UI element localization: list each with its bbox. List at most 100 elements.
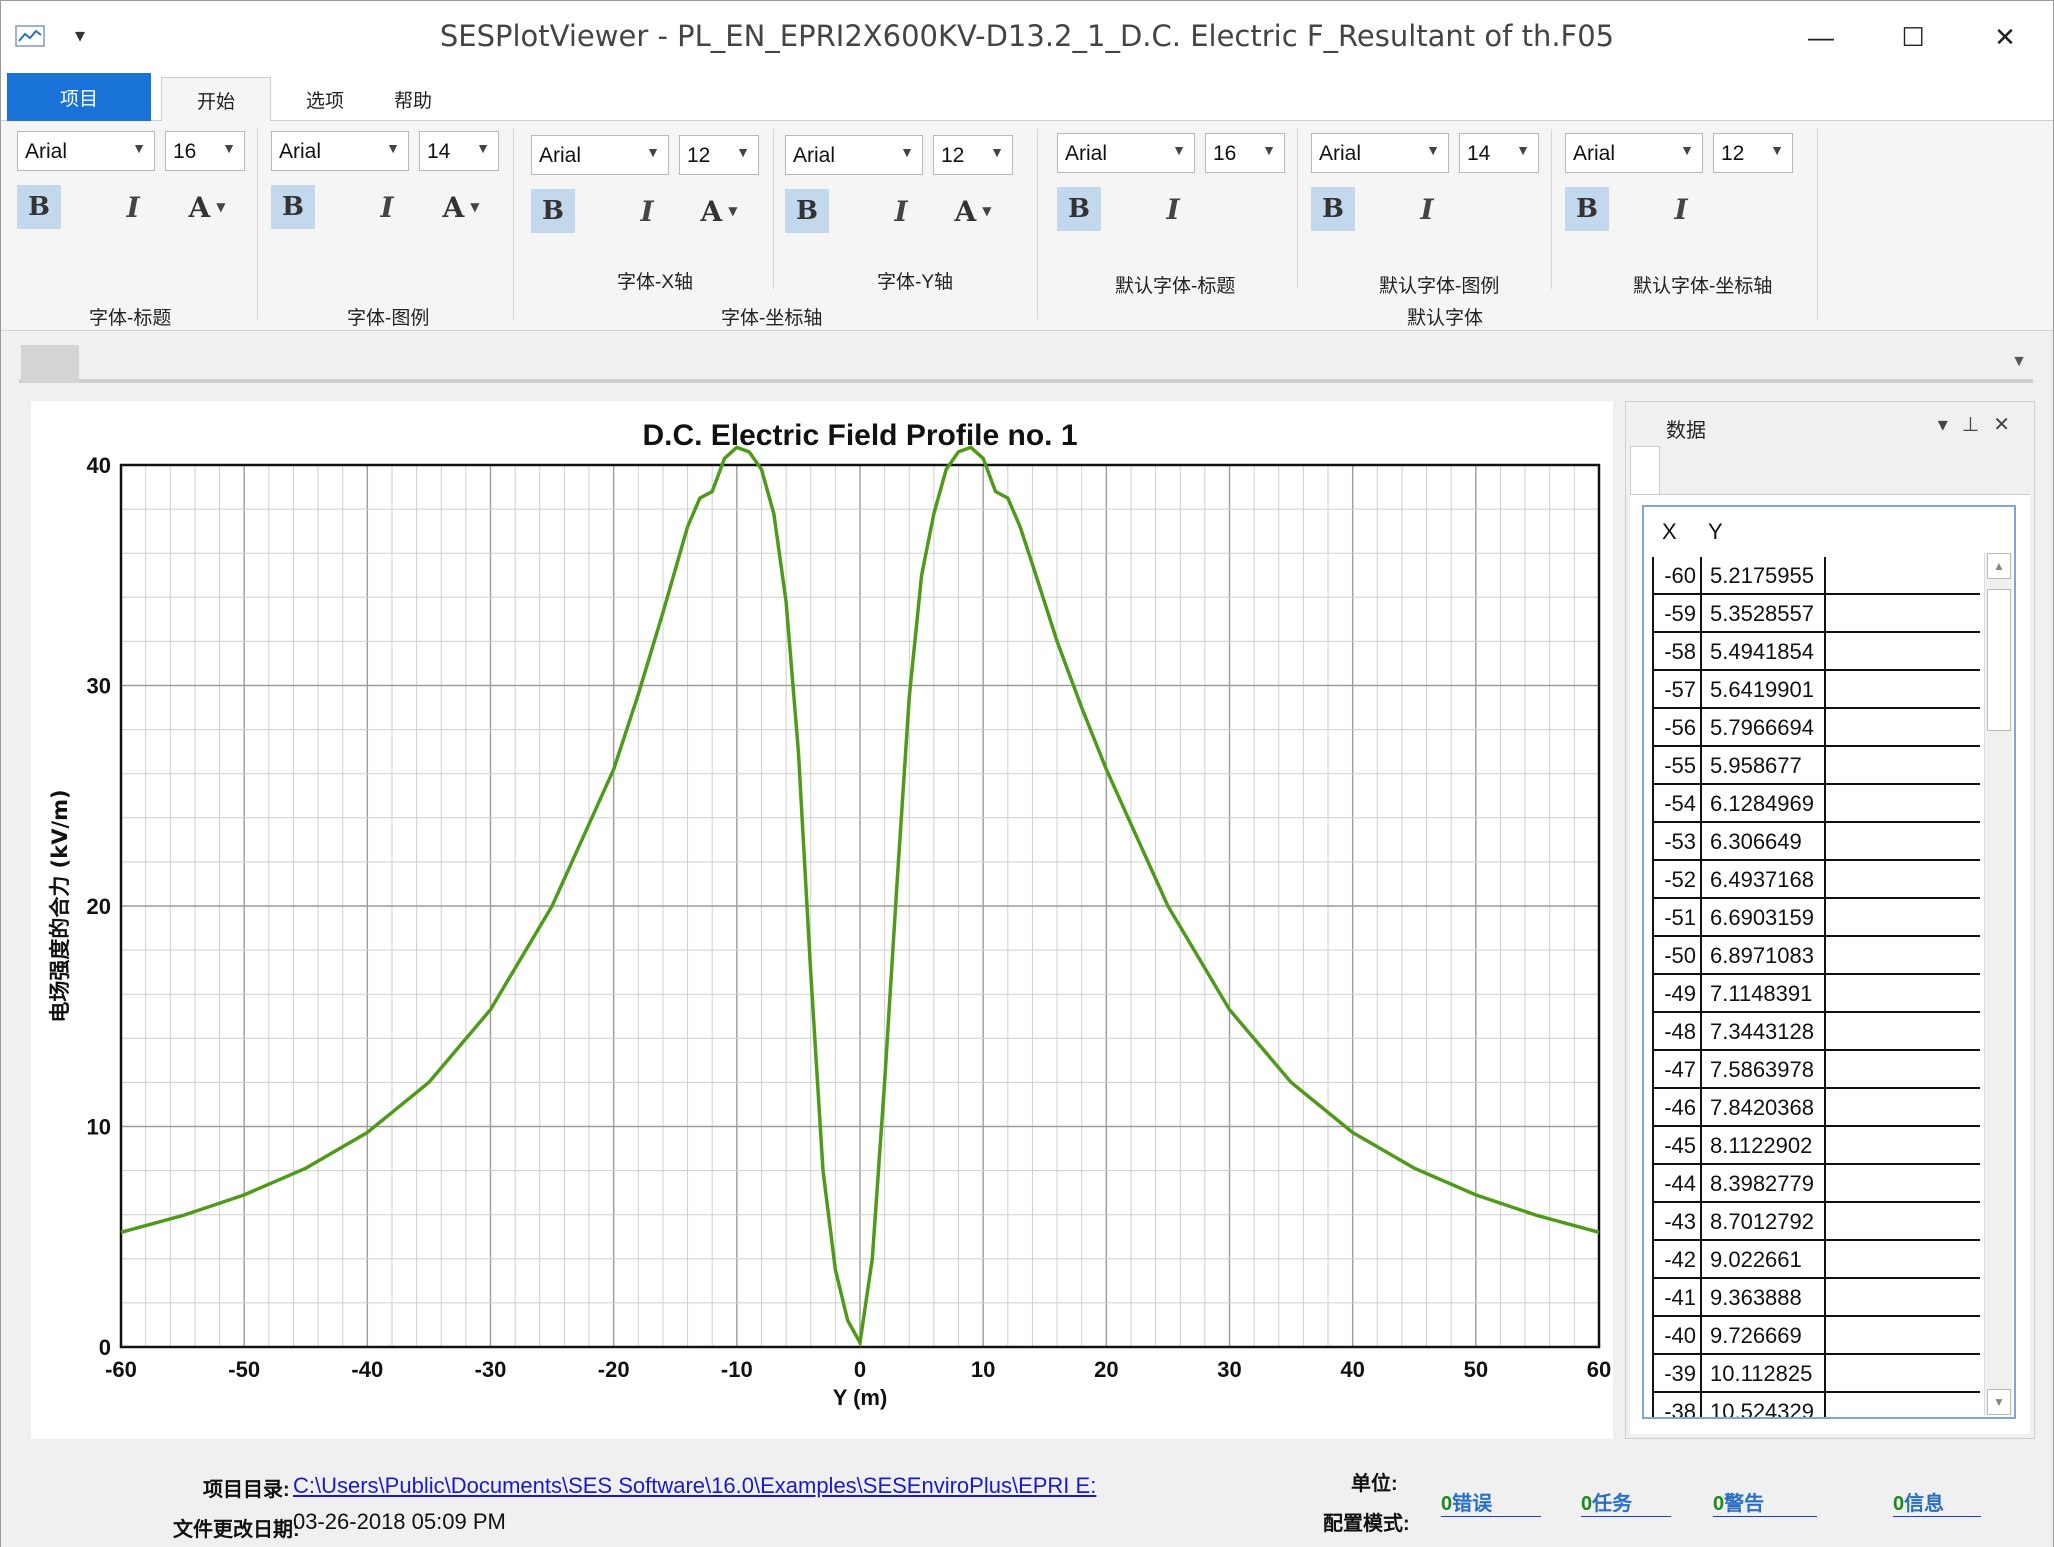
close-button[interactable]: ✕ — [1965, 11, 2045, 63]
cell-y[interactable]: 5.4941854 — [1704, 633, 1826, 669]
cell-y[interactable]: 8.7012792 — [1704, 1203, 1826, 1239]
tab-options[interactable]: 选项 — [285, 77, 365, 121]
cell-x[interactable]: -39 — [1654, 1355, 1702, 1391]
default-title-bold-button[interactable]: B — [1057, 187, 1101, 231]
cell-y[interactable]: 8.1122902 — [1704, 1127, 1826, 1163]
table-row[interactable]: -43 8.7012792 — [1652, 1203, 1980, 1241]
cell-y[interactable]: 7.8420368 — [1704, 1089, 1826, 1125]
column-header-x[interactable]: X — [1662, 519, 1677, 545]
table-row[interactable]: -52 6.4937168 — [1652, 861, 1980, 899]
default-legend-italic-button[interactable]: I — [1405, 187, 1449, 231]
table-row[interactable]: -55 5.958677 — [1652, 747, 1980, 785]
cell-y[interactable]: 5.7966694 — [1704, 709, 1826, 745]
project-dir-link[interactable]: C:\Users\Public\Documents\SES Software\1… — [293, 1473, 1123, 1499]
yaxis-italic-button[interactable]: I — [879, 189, 923, 233]
tab-start[interactable]: 开始 — [161, 77, 271, 123]
scroll-down-icon[interactable]: ▼ — [1987, 1389, 2011, 1415]
minimize-button[interactable]: — — [1781, 11, 1861, 63]
table-row[interactable]: -59 5.3528557 — [1652, 595, 1980, 633]
cell-y[interactable]: 5.6419901 — [1704, 671, 1826, 707]
yaxis-font-combo[interactable]: Arial ▼ — [785, 135, 923, 175]
xaxis-font-combo[interactable]: Arial ▼ — [531, 135, 669, 175]
cell-y[interactable]: 6.6903159 — [1704, 899, 1826, 935]
cell-y[interactable]: 8.3982779 — [1704, 1165, 1826, 1201]
cell-x[interactable]: -45 — [1654, 1127, 1702, 1163]
cell-x[interactable]: -40 — [1654, 1317, 1702, 1353]
table-row[interactable]: -46 7.8420368 — [1652, 1089, 1980, 1127]
cell-y[interactable]: 7.1148391 — [1704, 975, 1826, 1011]
cell-y[interactable]: 5.2175955 — [1704, 557, 1826, 593]
table-row[interactable]: -50 6.8971083 — [1652, 937, 1980, 975]
cell-x[interactable]: -53 — [1654, 823, 1702, 859]
cell-y[interactable]: 6.8971083 — [1704, 937, 1826, 973]
cell-x[interactable]: -52 — [1654, 861, 1702, 897]
table-row[interactable]: -45 8.1122902 — [1652, 1127, 1980, 1165]
chevron-down-icon[interactable]: ▾ — [1938, 414, 1962, 436]
cell-y[interactable]: 7.3443128 — [1704, 1013, 1826, 1049]
tasks-link[interactable]: 0任务 — [1581, 1487, 1671, 1517]
cell-y[interactable]: 5.958677 — [1704, 747, 1826, 783]
yaxis-font-color-button[interactable]: A ▼ — [943, 189, 1003, 233]
title-font-color-button[interactable]: A ▼ — [177, 185, 237, 229]
default-axes-size-combo[interactable]: 12 ▼ — [1713, 133, 1793, 173]
cell-x[interactable]: -42 — [1654, 1241, 1702, 1277]
maximize-button[interactable]: ☐ — [1873, 11, 1953, 63]
warnings-link[interactable]: 0警告 — [1713, 1487, 1817, 1517]
table-row[interactable]: -39 10.112825 — [1652, 1355, 1980, 1393]
table-row[interactable]: -56 5.7966694 — [1652, 709, 1980, 747]
table-row[interactable]: -60 5.2175955 — [1652, 557, 1980, 595]
table-row[interactable]: -58 5.4941854 — [1652, 633, 1980, 671]
cell-x[interactable]: -46 — [1654, 1089, 1702, 1125]
table-row[interactable]: -51 6.6903159 — [1652, 899, 1980, 937]
tab-help[interactable]: 帮助 — [373, 77, 453, 121]
cell-x[interactable]: -56 — [1654, 709, 1702, 745]
cell-x[interactable]: -43 — [1654, 1203, 1702, 1239]
cell-x[interactable]: -38 — [1654, 1393, 1702, 1417]
cell-x[interactable]: -47 — [1654, 1051, 1702, 1087]
legend-bold-button[interactable]: B — [271, 185, 315, 229]
default-legend-size-combo[interactable]: 14 ▼ — [1459, 133, 1539, 173]
column-header-y[interactable]: Y — [1708, 519, 1723, 545]
cell-y[interactable]: 10.112825 — [1704, 1355, 1826, 1391]
table-row[interactable]: -53 6.306649 — [1652, 823, 1980, 861]
document-tab[interactable] — [21, 345, 79, 383]
cell-x[interactable]: -58 — [1654, 633, 1702, 669]
xaxis-font-color-button[interactable]: A ▼ — [689, 189, 749, 233]
title-bold-button[interactable]: B — [17, 185, 61, 229]
cell-x[interactable]: -44 — [1654, 1165, 1702, 1201]
cell-x[interactable]: -49 — [1654, 975, 1702, 1011]
chevron-down-icon[interactable]: ▼ — [2011, 353, 2027, 371]
default-legend-font-combo[interactable]: Arial ▼ — [1311, 133, 1449, 173]
close-icon[interactable]: ✕ — [1993, 414, 2024, 436]
cell-y[interactable]: 9.022661 — [1704, 1241, 1826, 1277]
scroll-up-icon[interactable]: ▲ — [1987, 553, 2011, 579]
default-axes-bold-button[interactable]: B — [1565, 187, 1609, 231]
cell-y[interactable]: 6.1284969 — [1704, 785, 1826, 821]
cell-y[interactable]: 7.5863978 — [1704, 1051, 1826, 1087]
scroll-thumb[interactable] — [1987, 589, 2011, 731]
xaxis-italic-button[interactable]: I — [625, 189, 669, 233]
cell-y[interactable]: 6.306649 — [1704, 823, 1826, 859]
cell-y[interactable]: 5.3528557 — [1704, 595, 1826, 631]
title-font-combo[interactable]: Arial ▼ — [17, 131, 155, 171]
title-italic-button[interactable]: I — [111, 185, 155, 229]
default-legend-bold-button[interactable]: B — [1311, 187, 1355, 231]
cell-y[interactable]: 10.524329 — [1704, 1393, 1826, 1417]
yaxis-size-combo[interactable]: 12 ▼ — [933, 135, 1013, 175]
cell-y[interactable]: 9.726669 — [1704, 1317, 1826, 1353]
cell-y[interactable]: 6.4937168 — [1704, 861, 1826, 897]
data-panel-inner-tab[interactable] — [1630, 446, 1660, 498]
errors-link[interactable]: 0错误 — [1441, 1487, 1541, 1517]
legend-font-combo[interactable]: Arial ▼ — [271, 131, 409, 171]
xaxis-bold-button[interactable]: B — [531, 189, 575, 233]
cell-x[interactable]: -54 — [1654, 785, 1702, 821]
cell-x[interactable]: -41 — [1654, 1279, 1702, 1315]
table-row[interactable]: -44 8.3982779 — [1652, 1165, 1980, 1203]
default-axes-italic-button[interactable]: I — [1659, 187, 1703, 231]
table-row[interactable]: -40 9.726669 — [1652, 1317, 1980, 1355]
table-row[interactable]: -38 10.524329 — [1652, 1393, 1980, 1417]
table-row[interactable]: -48 7.3443128 — [1652, 1013, 1980, 1051]
cell-x[interactable]: -55 — [1654, 747, 1702, 783]
xaxis-size-combo[interactable]: 12 ▼ — [679, 135, 759, 175]
title-size-combo[interactable]: 16 ▼ — [165, 131, 245, 171]
